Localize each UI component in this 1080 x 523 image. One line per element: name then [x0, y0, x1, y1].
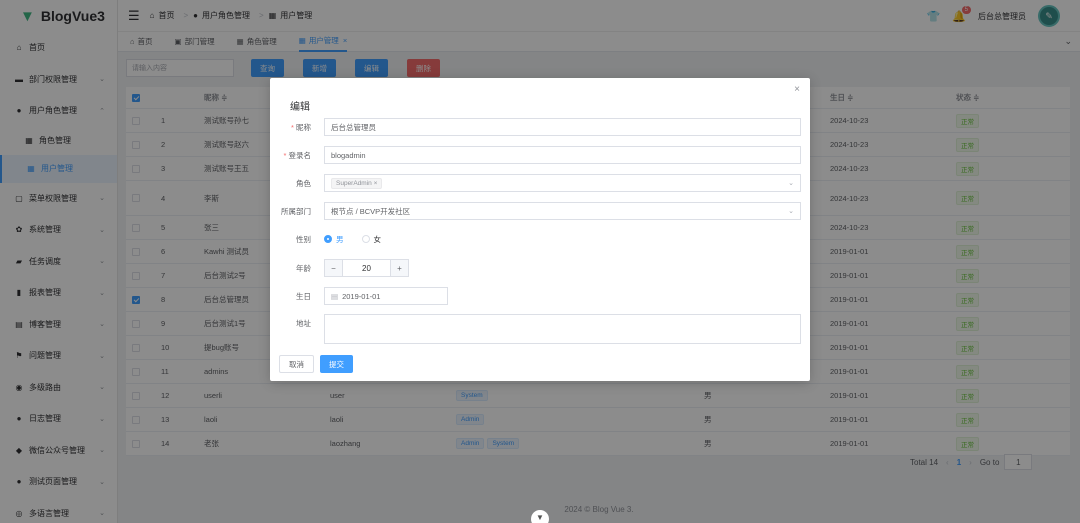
form-row-birth: 生日 ▤ 2019-01-01: [270, 286, 810, 306]
birth-value: 2019-01-01: [342, 291, 381, 301]
login-label: * 登录名: [270, 150, 317, 161]
role-select[interactable]: SuperAdmin × ⌄: [324, 174, 801, 192]
dept-label: 所属部门: [281, 206, 311, 216]
sex-radio-group: 男 女: [324, 234, 399, 245]
age-stepper: − 20 +: [324, 259, 409, 277]
form-row-address: 地址: [270, 314, 810, 344]
chevron-down-icon: ⌄: [788, 180, 794, 187]
footer-logo-icon: ▼: [531, 510, 549, 523]
age-value[interactable]: 20: [343, 264, 390, 273]
form-row-age: 年龄 − 20 +: [270, 258, 810, 278]
role-tag-label: SuperAdmin: [336, 179, 372, 187]
radio-female-label: 女: [373, 234, 382, 244]
nick-label-text: 昵称: [296, 122, 311, 132]
nick-input[interactable]: 后台总管理员: [324, 118, 801, 136]
nick-label: * 昵称: [270, 122, 317, 133]
form-row-dept: 所属部门 根节点 / BCVP开发社区 ⌄: [270, 201, 810, 221]
birth-date-picker[interactable]: ▤ 2019-01-01: [324, 287, 448, 305]
form-row-nick: * 昵称 后台总管理员: [270, 117, 810, 137]
address-label: 地址: [296, 319, 311, 328]
address-textarea[interactable]: [324, 314, 801, 344]
chevron-down-icon: ⌄: [788, 208, 794, 215]
radio-dot: [324, 235, 332, 243]
dept-select[interactable]: 根节点 / BCVP开发社区 ⌄: [324, 202, 801, 220]
radio-dot: [361, 235, 370, 243]
edit-dialog: 编辑 × * 昵称 后台总管理员 * 登录名 blogadmin 角色 Supe…: [270, 78, 810, 381]
age-label: 年龄: [296, 263, 311, 273]
login-label-text: 登录名: [288, 150, 312, 160]
dialog-title: 编辑: [290, 102, 310, 113]
tag-close-icon[interactable]: ×: [374, 180, 378, 187]
calendar-icon: ▤: [331, 291, 339, 301]
birth-label: 生日: [296, 291, 311, 301]
submit-button[interactable]: 提交: [320, 355, 353, 373]
increment-button[interactable]: +: [390, 260, 408, 276]
role-tag: SuperAdmin ×: [331, 177, 383, 189]
role-label: 角色: [296, 178, 311, 188]
radio-male[interactable]: 男: [324, 234, 344, 245]
cancel-button[interactable]: 取消: [279, 355, 314, 373]
radio-female[interactable]: 女: [361, 234, 382, 245]
close-icon[interactable]: ×: [794, 84, 800, 95]
sex-label: 性别: [296, 234, 311, 244]
decrement-button[interactable]: −: [325, 260, 343, 276]
form-row-sex: 性别 男 女: [270, 229, 810, 249]
form-row-login: * 登录名 blogadmin: [270, 145, 810, 165]
form-row-role: 角色 SuperAdmin × ⌄: [270, 173, 810, 193]
dept-value: 根节点 / BCVP开发社区: [331, 206, 411, 216]
radio-male-label: 男: [336, 234, 344, 244]
login-input[interactable]: blogadmin: [324, 146, 801, 164]
